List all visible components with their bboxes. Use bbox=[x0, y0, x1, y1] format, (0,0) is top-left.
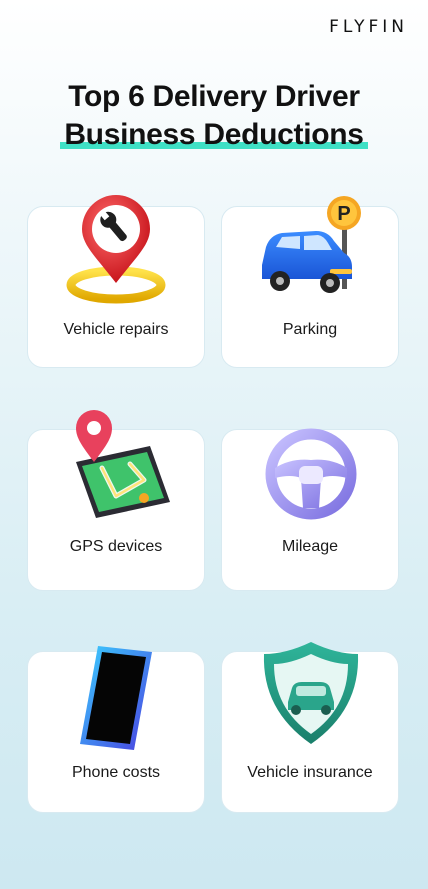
car-parking-sign-icon: P bbox=[262, 196, 361, 293]
card-label: Vehicle insurance bbox=[247, 764, 373, 781]
steering-wheel-icon bbox=[265, 428, 357, 520]
card-vehicle-insurance: Vehicle insurance bbox=[221, 642, 399, 813]
card-gps-devices: GPS devices bbox=[27, 410, 205, 591]
card-label: Mileage bbox=[281, 538, 339, 555]
smartphone-icon bbox=[80, 646, 152, 750]
card-mileage: Mileage bbox=[221, 428, 399, 591]
page-title: Top 6 Delivery Driver Business Deduction… bbox=[0, 78, 428, 154]
brand-logo: FLYFIN bbox=[329, 17, 408, 37]
wrench-location-pin-icon bbox=[66, 195, 166, 304]
svg-text:P: P bbox=[337, 203, 350, 225]
card-label: Vehicle repairs bbox=[63, 321, 169, 338]
gps-tablet-map-icon bbox=[76, 410, 170, 518]
card-label: GPS devices bbox=[69, 538, 163, 555]
card-label: Parking bbox=[282, 321, 338, 338]
card-phone-costs: Phone costs bbox=[27, 646, 205, 813]
title-line-2-highlighted: Business Deductions bbox=[60, 116, 369, 154]
card-label: Phone costs bbox=[71, 764, 161, 781]
card-parking: P Parking bbox=[221, 196, 399, 368]
car-shield-icon bbox=[263, 642, 359, 744]
title-line-1: Top 6 Delivery Driver bbox=[68, 80, 360, 113]
card-vehicle-repairs: Vehicle repairs bbox=[27, 195, 205, 368]
